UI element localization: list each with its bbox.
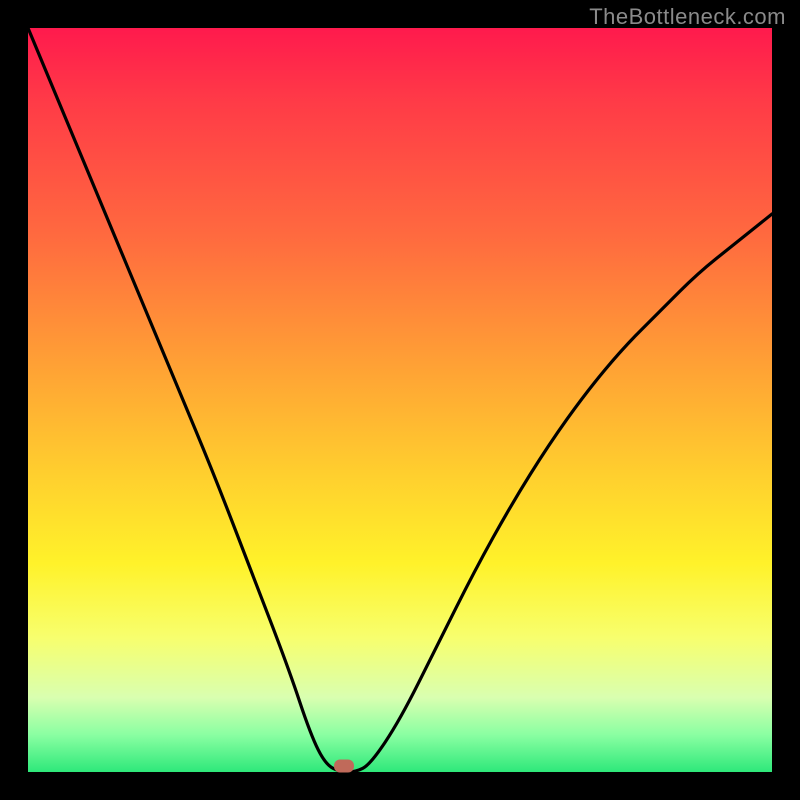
plot-area [28, 28, 772, 772]
bottleneck-curve [28, 28, 772, 772]
optimum-marker [334, 760, 354, 773]
chart-frame: TheBottleneck.com [0, 0, 800, 800]
watermark-text: TheBottleneck.com [589, 4, 786, 30]
